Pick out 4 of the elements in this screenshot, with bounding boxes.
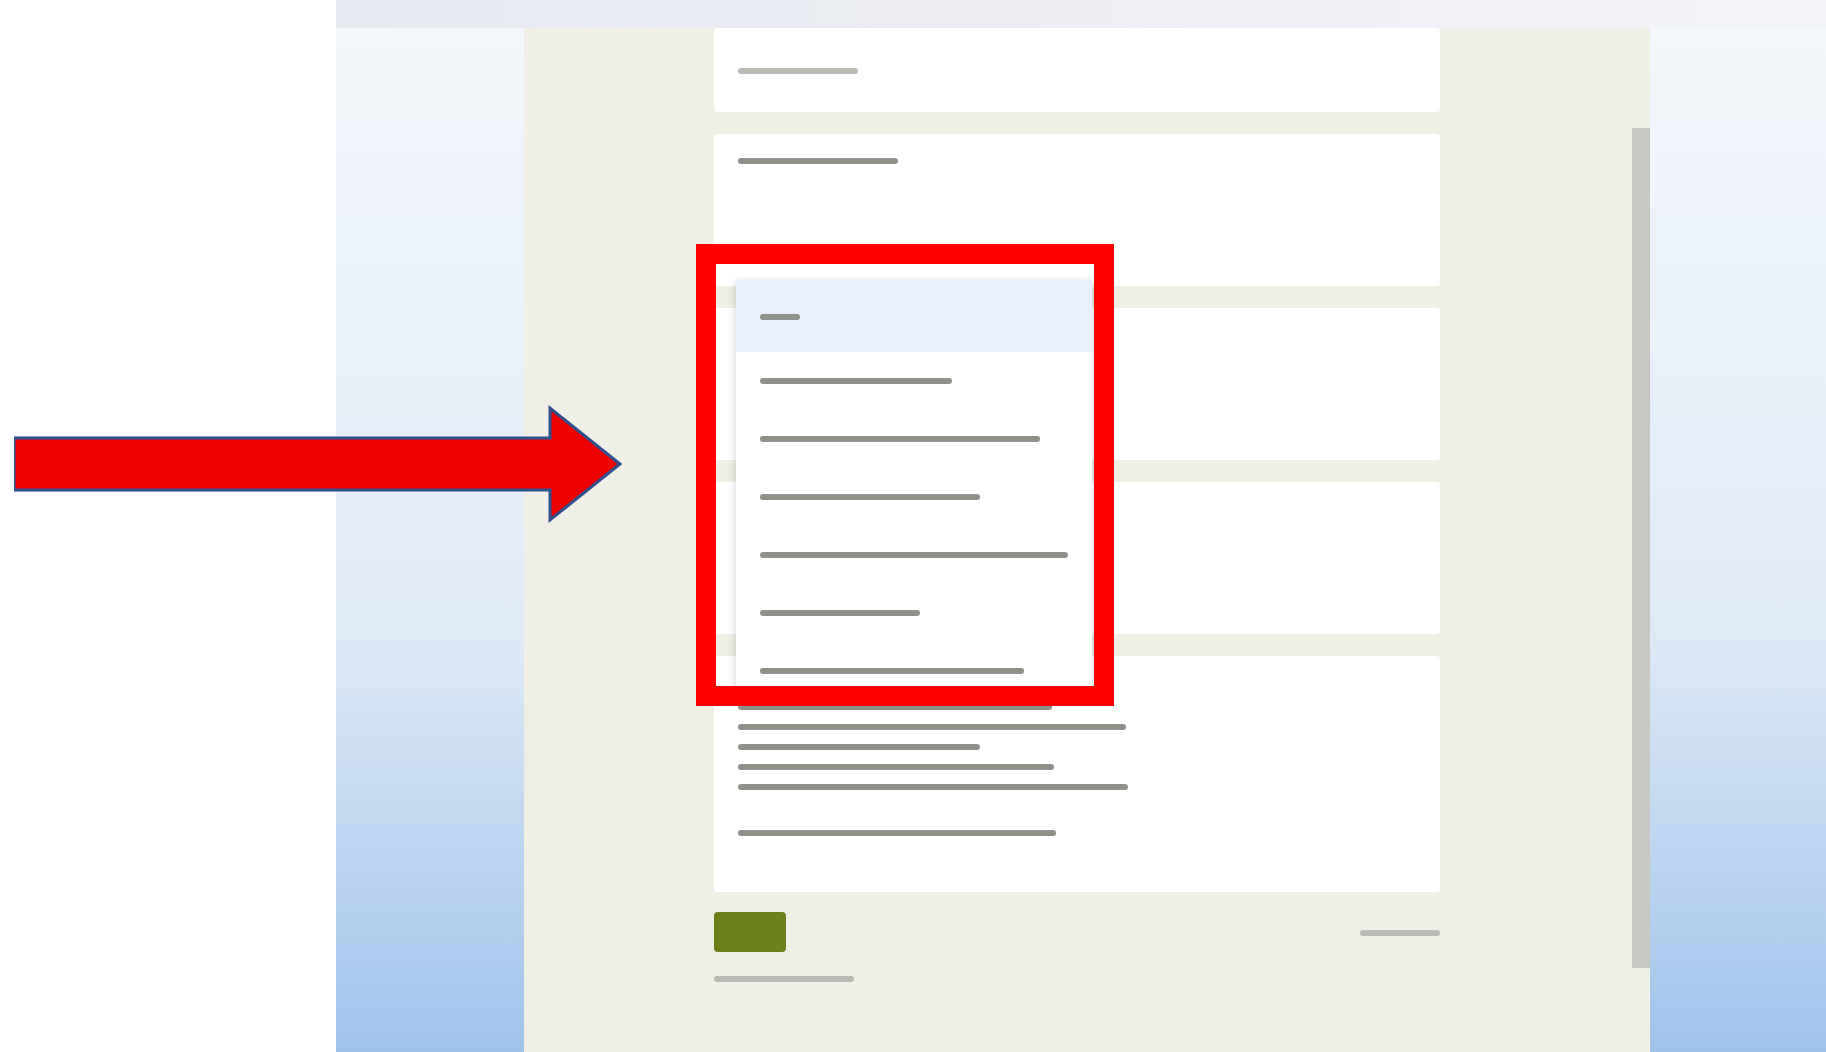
blurred-text bbox=[1360, 929, 1440, 935]
blurred-text bbox=[714, 976, 854, 982]
blurred-text bbox=[738, 67, 858, 73]
scrollbar[interactable] bbox=[1632, 128, 1650, 968]
